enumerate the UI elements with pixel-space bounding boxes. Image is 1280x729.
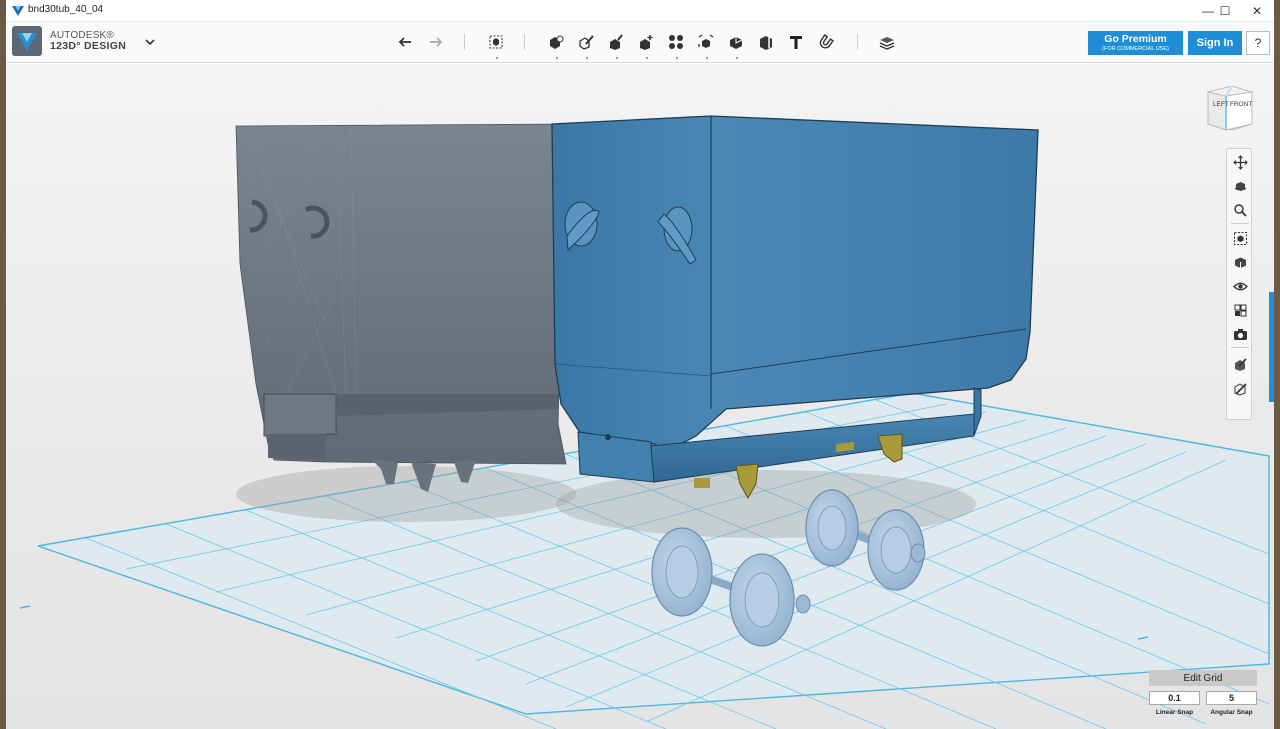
side-panel-handle[interactable] (1269, 292, 1274, 402)
dropdown-indicator (736, 57, 738, 59)
hide-all-button[interactable] (1231, 379, 1249, 397)
snap-icon (819, 34, 834, 49)
view-mode-button[interactable] (1231, 253, 1249, 271)
group-button[interactable] (695, 31, 717, 59)
close-button[interactable]: ✕ (1242, 0, 1272, 22)
zoom-icon (1233, 203, 1247, 217)
undo-icon (398, 37, 411, 47)
sketch-button[interactable] (575, 31, 597, 59)
sketch-icon (579, 35, 594, 50)
help-button[interactable]: ? (1246, 31, 1270, 55)
toolbar-divider (524, 34, 525, 50)
show-hide-button[interactable] (1231, 355, 1249, 373)
undo-button[interactable] (395, 31, 417, 53)
orbit-button[interactable] (1231, 177, 1249, 195)
brand-menu[interactable]: AUTODESK® 123D° DESIGN (12, 26, 126, 56)
text-icon (790, 36, 802, 49)
go-premium-button[interactable]: Go Premium (FOR COMMERCIAL USE) (1088, 31, 1183, 55)
transform-button[interactable] (485, 31, 507, 59)
hide-all-icon (1234, 382, 1247, 396)
primitives-icon (550, 35, 564, 49)
group-icon (698, 34, 714, 48)
redo-icon (430, 37, 443, 47)
scene-canvas[interactable] (6, 64, 1274, 729)
app-window: bnd30tub_40_04 — ☐ ✕ AUTODESK® 123D° DES… (6, 0, 1274, 729)
navigation-bar (1226, 148, 1252, 420)
pan-icon (1232, 154, 1248, 170)
toolbar-divider (857, 34, 858, 50)
chevron-down-icon[interactable] (144, 36, 156, 48)
view-cube-front-label: FRONT (1230, 101, 1253, 108)
dropdown-indicator (616, 57, 618, 59)
edit-grid-button[interactable]: Edit Grid (1149, 670, 1257, 686)
dropdown-indicator (556, 57, 558, 59)
dropdown-indicator (646, 57, 648, 59)
pattern-button[interactable] (665, 31, 687, 59)
view-cube-icon (1207, 85, 1253, 131)
zoom-button[interactable] (1231, 201, 1249, 219)
construct-icon (610, 34, 623, 50)
materials-outline-icon (1234, 304, 1246, 316)
dropdown-indicator (496, 57, 498, 59)
show-hide-icon (1234, 357, 1247, 371)
fit-all-button[interactable] (1231, 229, 1249, 247)
snap-button[interactable] (815, 31, 837, 53)
material-button[interactable] (876, 31, 898, 53)
combine-icon (730, 37, 743, 49)
orbit-icon (1234, 181, 1246, 191)
app-logo-icon (12, 6, 24, 16)
transform-icon (489, 35, 503, 49)
modify-icon (640, 35, 653, 50)
materials-outline-button[interactable] (1231, 301, 1249, 319)
gray-tub-shadow (236, 466, 576, 522)
brand-product: 123D° DESIGN (50, 40, 127, 52)
grid-controls: Edit Grid 0.1 5 Linear Snap Angular Snap (1149, 670, 1257, 726)
visibility-button[interactable] (1231, 277, 1249, 295)
dropdown-indicator (706, 57, 708, 59)
modify-button[interactable] (635, 31, 657, 59)
angular-snap-field[interactable]: 5 (1206, 691, 1257, 705)
visibility-icon (1232, 282, 1248, 290)
linear-snap-label: Linear Snap (1155, 709, 1194, 716)
toolbar-divider (464, 34, 465, 50)
window-title: bnd30tub_40_04 (28, 4, 104, 15)
brand-text: AUTODESK® 123D° DESIGN (50, 30, 126, 52)
go-premium-sublabel: (FOR COMMERCIAL USE) (1102, 46, 1169, 52)
pattern-icon (669, 35, 683, 49)
grid-axis-marker (19, 605, 31, 609)
screenshot-icon (1233, 328, 1247, 340)
autodesk-logo-icon (12, 26, 42, 56)
redo-button[interactable] (424, 31, 446, 53)
3d-viewport[interactable]: LEFT FRONT Edit Grid 0.1 5 Linear Snap A… (6, 64, 1274, 729)
pan-button[interactable] (1231, 153, 1249, 171)
maximize-button[interactable]: ☐ (1210, 0, 1240, 22)
view-mode-icon (1234, 257, 1246, 268)
view-cube[interactable]: LEFT FRONT (1202, 84, 1258, 134)
material-icon (879, 37, 895, 50)
measure-button[interactable] (755, 31, 777, 53)
sign-in-button[interactable]: Sign In (1188, 31, 1242, 55)
dropdown-indicator (586, 57, 588, 59)
combine-button[interactable] (725, 31, 747, 59)
construct-button[interactable] (605, 31, 627, 59)
navbar-divider (1231, 347, 1249, 348)
measure-icon (760, 36, 772, 50)
primitives-button[interactable] (545, 31, 567, 59)
angular-snap-label: Angular Snap (1210, 709, 1253, 716)
view-cube-left-label: LEFT (1213, 101, 1229, 108)
navbar-divider (1231, 223, 1249, 224)
title-bar: bnd30tub_40_04 — ☐ ✕ (6, 0, 1274, 22)
linear-snap-field[interactable]: 0.1 (1149, 691, 1200, 705)
fit-all-icon (1233, 231, 1247, 245)
dropdown-indicator (676, 57, 678, 59)
screenshot-button[interactable] (1231, 325, 1249, 343)
gray-tub-model[interactable] (235, 123, 567, 492)
text-button[interactable] (785, 31, 807, 53)
go-premium-label: Go Premium (1104, 33, 1167, 45)
main-toolbar: AUTODESK® 123D° DESIGN Go Premium (FOR C… (6, 22, 1274, 63)
